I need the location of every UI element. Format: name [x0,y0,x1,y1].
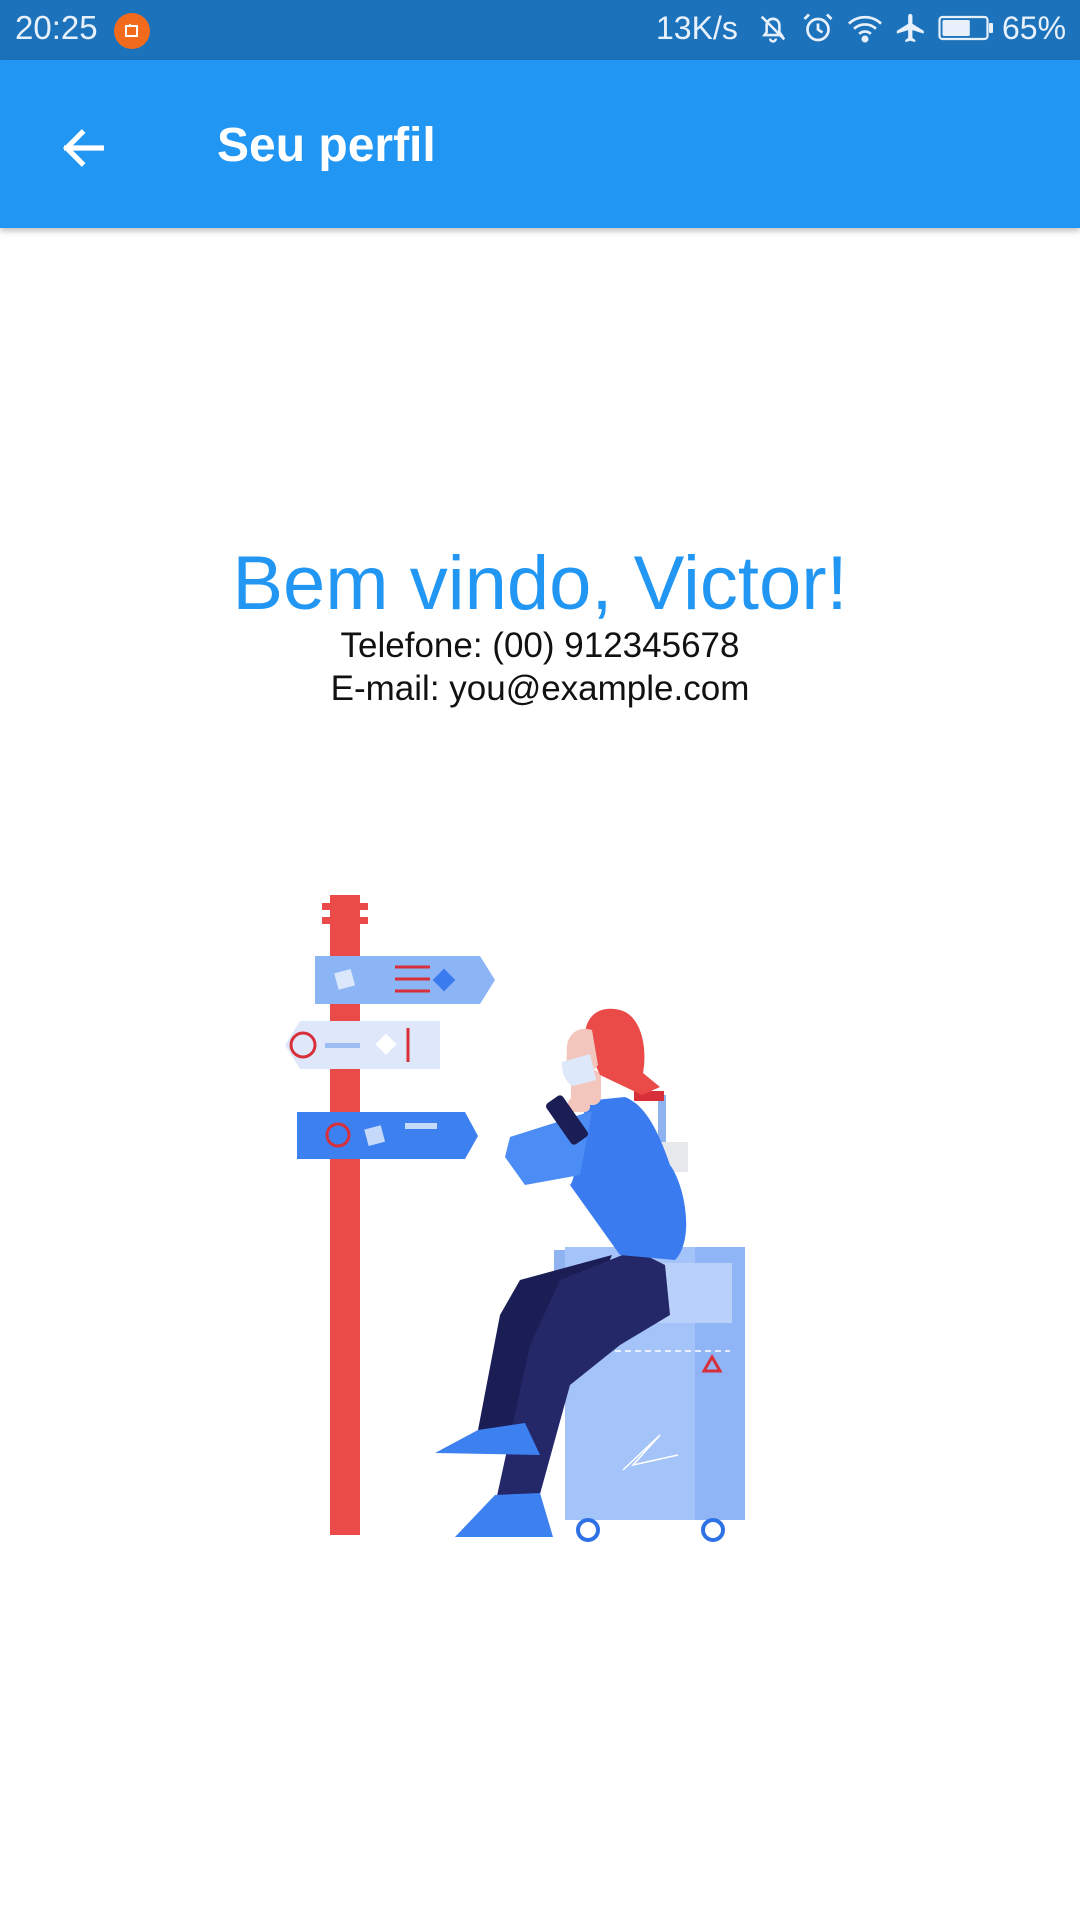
status-bar: 20:25 13K/s 65% [0,0,1080,60]
battery-icon [938,15,994,46]
arrow-left-icon [62,129,104,167]
alarm-icon [800,10,836,51]
bell-muted-icon [756,11,790,50]
notification-app-icon [114,13,150,49]
welcome-heading: Bem vindo, Victor! [232,541,848,626]
battery-percent: 65% [1002,10,1067,46]
phone-text: Telefone: (00) 912345678 [340,626,740,665]
status-time: 20:25 [15,9,98,46]
app-bar: Seu perfil [0,60,1080,228]
status-icons [756,11,994,49]
wifi-icon [846,11,884,50]
email-text: E-mail: you@example.com [330,669,750,708]
airplane-icon [894,11,928,50]
network-speed: 13K/s [656,10,738,46]
traveler-illustration [285,895,745,1542]
page-title: Seu perfil [217,119,436,172]
back-button[interactable] [46,110,122,186]
